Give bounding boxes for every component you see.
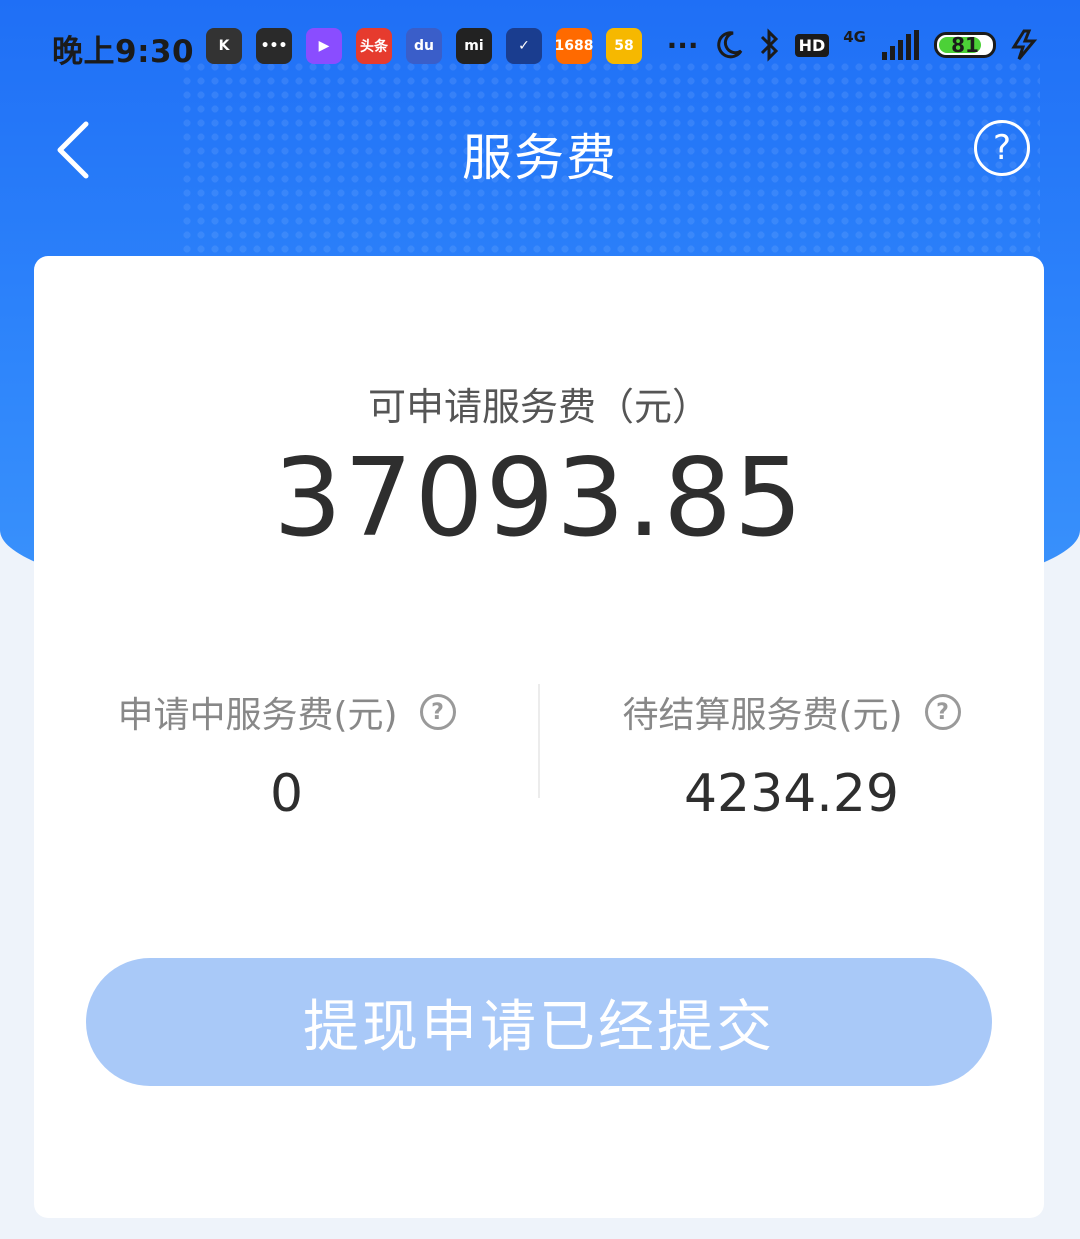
battery-percent: 81 <box>951 33 979 57</box>
more-icon: ··· <box>666 28 699 62</box>
title-bar: 服务费 ? <box>0 100 1080 200</box>
settlement-fee-label: 待结算服务费(元) <box>622 695 903 736</box>
58-icon: 58 <box>606 28 642 64</box>
network-type: 4G <box>843 28 866 46</box>
k-app-icon: K <box>206 28 242 64</box>
message-icon: ••• <box>256 28 292 64</box>
check-icon: ✓ <box>506 28 542 64</box>
video-play-icon: ▶ <box>306 28 342 64</box>
moon-icon <box>716 31 742 59</box>
help-button[interactable]: ? <box>974 120 1030 176</box>
baidu-icon: du <box>406 28 442 64</box>
battery-icon: 81 <box>934 32 996 58</box>
pending-fee-label: 申请中服务费(元) <box>117 695 398 736</box>
question-icon[interactable]: ? <box>419 694 456 730</box>
settlement-fee-value: 4234.29 <box>683 764 900 824</box>
status-time: 晚上9:30 <box>52 34 195 70</box>
signal-icon <box>882 30 919 60</box>
available-fee-amount: 37093.85 <box>273 436 805 561</box>
settlement-fee-column: 待结算服务费(元) ? 4234.29 <box>539 686 1044 824</box>
mi-icon: mi <box>456 28 492 64</box>
pending-fee-value: 0 <box>269 764 304 824</box>
toutiao-icon: 头条 <box>356 28 392 64</box>
page-title: 服务费 <box>462 129 618 187</box>
system-icons: ··· HD 4G 81 <box>667 28 1040 62</box>
available-fee-label: 可申请服务费（元） <box>367 385 710 429</box>
settlement-fee-label-row: 待结算服务费(元) ? <box>622 686 961 738</box>
hd-icon: HD <box>794 33 830 57</box>
question-icon[interactable]: ? <box>924 694 961 730</box>
status-bar: 晚上9:30 K ••• ▶ 头条 du mi ✓ 1688 58 ··· HD 4G 81 <box>0 0 1080 96</box>
bluetooth-icon <box>760 28 778 62</box>
withdraw-submitted-button[interactable]: 提现申请已经提交 <box>86 958 992 1086</box>
charging-icon <box>1011 29 1038 60</box>
pending-fee-label-row: 申请中服务费(元) ? <box>117 686 456 738</box>
fee-card: 可申请服务费（元） 37093.85 申请中服务费(元) ? 0 待结算服务费(… <box>34 256 1044 1218</box>
1688-icon: 1688 <box>555 28 593 64</box>
help-icon: ? <box>992 128 1012 168</box>
pending-fee-column: 申请中服务费(元) ? 0 <box>34 686 539 824</box>
notification-icons: K ••• ▶ 头条 du mi ✓ 1688 58 <box>206 28 642 64</box>
